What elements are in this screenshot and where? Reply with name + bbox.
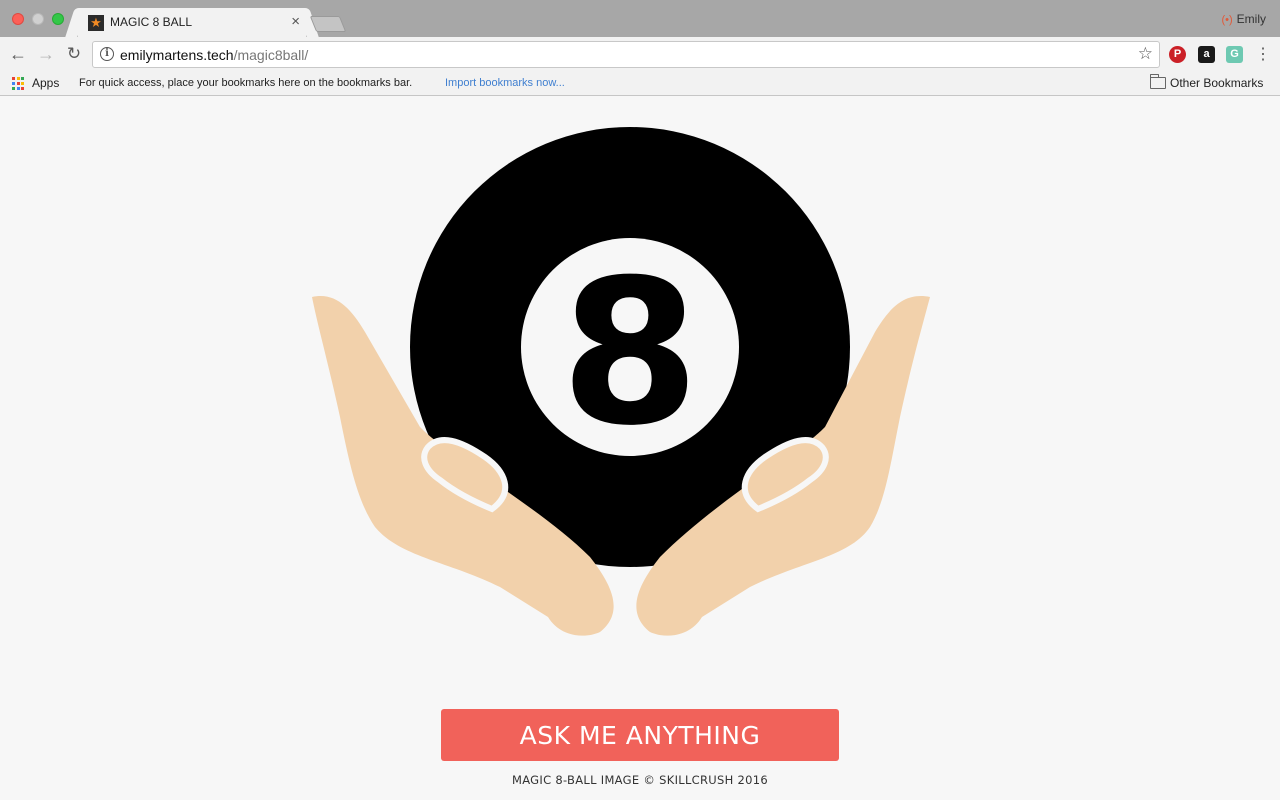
profile-icon: (•) xyxy=(1221,14,1233,26)
page-content: 8 ASK ME ANYTHING MAGIC 8-BALL IMAGE © S… xyxy=(0,97,1280,800)
browser-titlebar: ★ MAGIC 8 BALL × (•) Emily xyxy=(0,0,1280,37)
apps-link[interactable]: Apps xyxy=(32,76,59,90)
window-maximize-button[interactable] xyxy=(52,13,64,25)
apps-icon[interactable] xyxy=(12,77,25,90)
import-bookmarks-link[interactable]: Import bookmarks now... xyxy=(445,77,565,89)
menu-icon[interactable]: ⋮ xyxy=(1255,44,1271,64)
address-bar[interactable]: i emilymartens.tech/magic8ball/ ☆ xyxy=(92,41,1160,68)
tab-close-icon[interactable]: × xyxy=(291,13,300,30)
image-credit: MAGIC 8-BALL IMAGE © SKILLCRUSH 2016 xyxy=(512,773,768,787)
forward-arrow-icon[interactable]: → xyxy=(36,44,56,64)
url-path: /magic8ball/ xyxy=(233,47,309,63)
star-icon: ★ xyxy=(88,15,104,31)
bookmarks-hint: For quick access, place your bookmarks h… xyxy=(79,77,413,89)
window-close-button[interactable] xyxy=(12,13,24,25)
back-arrow-icon[interactable]: ← xyxy=(8,44,28,64)
bookmark-star-icon[interactable]: ☆ xyxy=(1138,44,1153,64)
url-text[interactable]: emilymartens.tech/magic8ball/ xyxy=(120,47,308,63)
profile-name: Emily xyxy=(1236,12,1266,26)
browser-tab[interactable]: ★ MAGIC 8 BALL × xyxy=(78,8,306,37)
browser-toolbar: ← → ↻ i emilymartens.tech/magic8ball/ ☆ … xyxy=(0,37,1280,71)
amazon-icon[interactable]: a xyxy=(1198,46,1215,63)
profile-button[interactable]: (•) Emily xyxy=(1221,12,1266,26)
url-host: emilymartens.tech xyxy=(120,47,234,63)
magic-8-ball-image: 8 xyxy=(312,127,930,636)
bookmarks-bar: Apps For quick access, place your bookma… xyxy=(0,71,1280,96)
ask-me-anything-button[interactable]: ASK ME ANYTHING xyxy=(441,709,839,761)
other-bookmarks-button[interactable]: Other Bookmarks xyxy=(1170,76,1263,90)
reload-icon[interactable]: ↻ xyxy=(64,44,84,64)
new-tab-button[interactable] xyxy=(309,16,347,32)
info-icon[interactable]: i xyxy=(100,47,114,61)
window-minimize-button[interactable] xyxy=(32,13,44,25)
folder-icon xyxy=(1150,74,1166,89)
ball-number: 8 xyxy=(560,237,699,470)
pinterest-icon[interactable]: P xyxy=(1169,46,1186,63)
extension-icon[interactable]: G xyxy=(1226,46,1243,63)
tab-title: MAGIC 8 BALL xyxy=(110,15,193,29)
